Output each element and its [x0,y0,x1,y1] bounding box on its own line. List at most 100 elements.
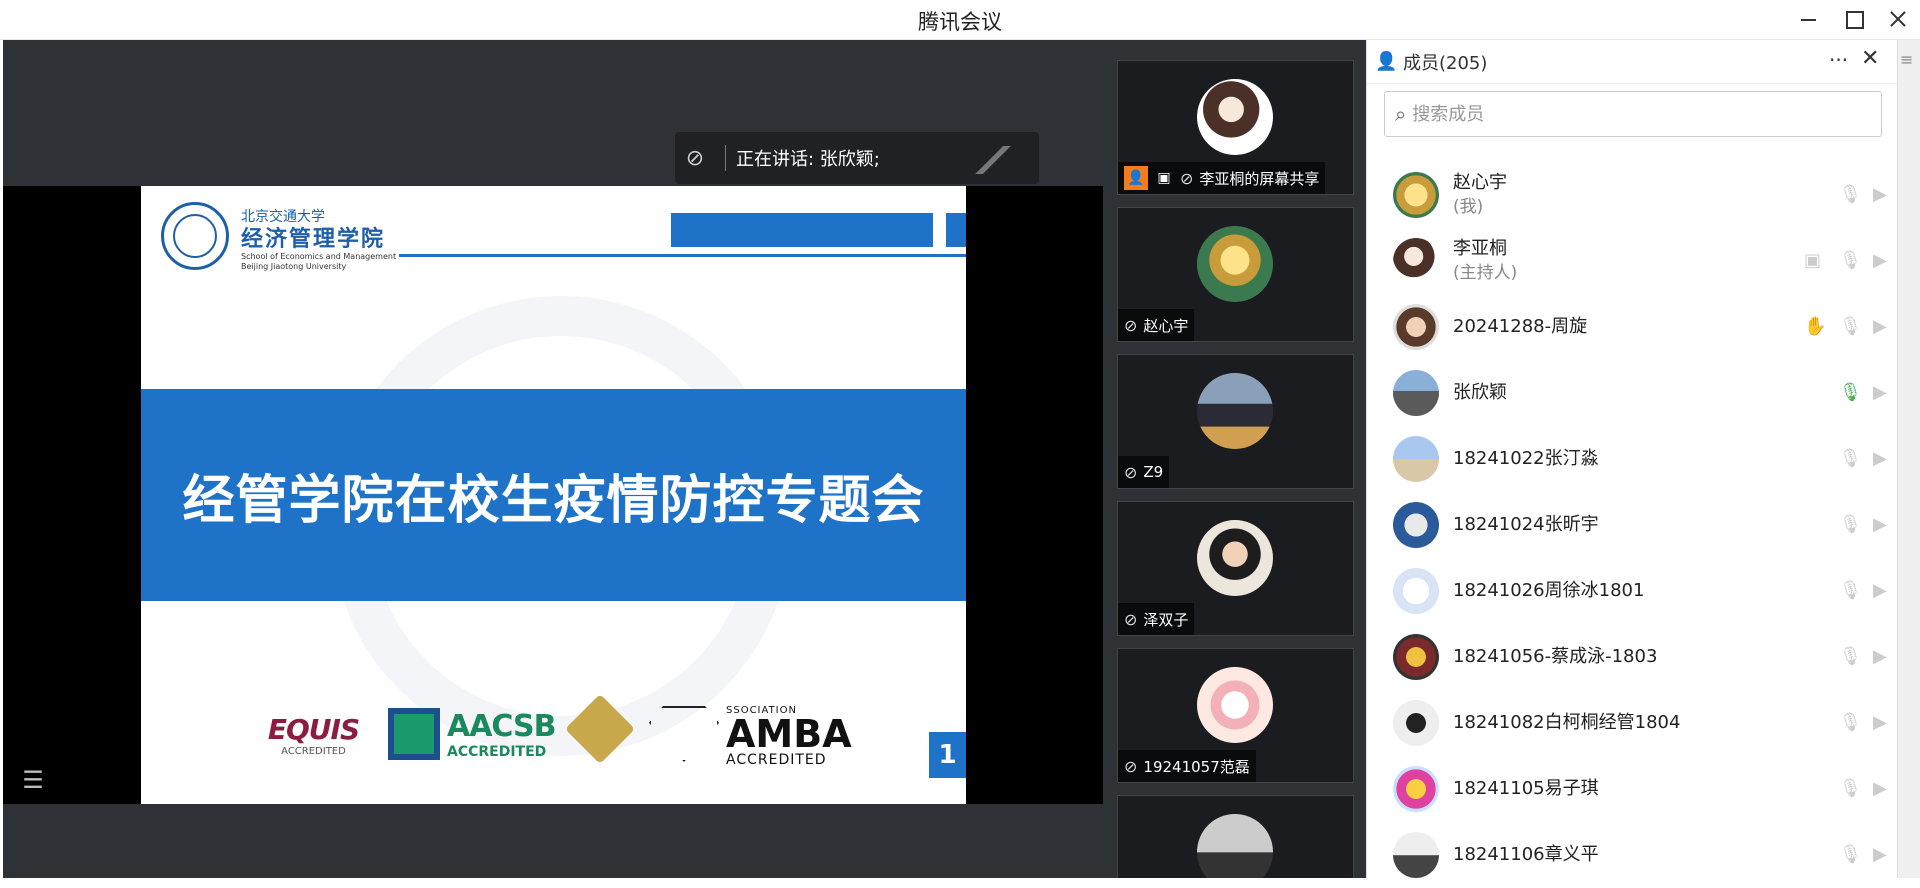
video-tile[interactable]: ⊘ 泽双子 [1117,501,1354,636]
video-gallery[interactable]: 👤 ▣ ⊘ 李亚桐的屏幕共享 ⊘ 赵心宇 ⊘ Z9 ⊘ 泽双子 ⊘ 192410… [1103,40,1366,878]
camera-off-icon[interactable]: ▶ [1873,250,1887,271]
raise-hand-icon: ✋ [1804,316,1827,337]
maximize-button[interactable] [1830,0,1875,40]
list-item[interactable]: 20241288-周旋 ✋ 🎙 ▶ [1367,294,1898,360]
mic-muted-icon[interactable]: 🎙 [1839,250,1862,271]
members-panel: 👤 成员(205) ··· ✕ ⌕ 赵心宇 (我) 🎙 ▶ 李亚桐 (主持人) ▣ … [1366,40,1897,878]
list-item[interactable]: 赵心宇 (我) 🎙 ▶ [1367,162,1898,228]
member-name: 赵心宇 [1453,172,1507,193]
mic-muted-icon[interactable]: 🎙 [1839,448,1862,469]
school-logo: 北京交通大学 经济管理学院 School of Economics and Ma… [241,206,396,272]
list-item[interactable]: 18241026周徐冰1801 🎙 ▶ [1367,558,1898,624]
close-window-button[interactable] [1875,0,1920,40]
member-name: 李亚桐 [1453,238,1507,259]
camera-off-icon[interactable]: ▶ [1873,646,1887,667]
list-item[interactable]: 李亚桐 (主持人) ▣ 🎙 ▶ [1367,228,1898,294]
signal-icon [965,146,1021,174]
camera-off-icon[interactable]: ▶ [1873,712,1887,733]
list-item[interactable]: 18241022张汀淼 🎙 ▶ [1367,426,1898,492]
member-name: 张欣颖 [1453,382,1507,403]
avatar [1393,436,1439,482]
person-icon: 👤 [1124,166,1148,190]
equis-logo: EQUIS ACCREDITED [266,704,361,766]
mic-muted-icon[interactable]: 🎙 [1839,844,1862,865]
list-toggle-icon[interactable]: ☰ [13,760,53,800]
slide-page-number: 1 [929,732,966,778]
mic-muted-icon: ⊘ [1124,609,1138,629]
camera-off-icon[interactable]: ▶ [1873,316,1887,337]
person-icon: 👤 [1375,51,1398,72]
avatar [1393,634,1439,680]
avatar [1197,667,1273,743]
slide-header-bar-small [946,213,966,247]
video-name: 泽双子 [1143,610,1189,629]
amba-text: AMBA [726,711,852,756]
video-name: Z9 [1143,463,1164,481]
member-name: 18241026周徐冰1801 [1453,580,1645,601]
avatar [1197,373,1273,449]
video-name: 李亚桐的屏幕共享 [1199,169,1320,188]
amba-diamond-icon [649,706,719,762]
video-tile[interactable] [1117,795,1354,878]
avatar [1393,502,1439,548]
slide-title: 经管学院在校生疫情防控专题会 [182,471,925,531]
camera-off-icon[interactable]: ▶ [1873,580,1887,601]
list-item[interactable]: 18241056-蔡成泳-1803 🎙 ▶ [1367,624,1898,690]
speaker-text: 正在讲话: 张欣颖; [736,149,880,170]
avatar [1393,304,1439,350]
video-tile[interactable]: 👤 ▣ ⊘ 李亚桐的屏幕共享 [1117,60,1354,195]
more-icon[interactable]: ··· [1829,48,1848,72]
avatar [1393,700,1439,746]
camera-off-icon[interactable]: ▶ [1873,184,1887,205]
menu-icon[interactable]: ≡ [1900,50,1913,69]
search-box[interactable]: ⌕ [1384,91,1882,137]
mic-muted-icon[interactable]: 🎙 [1839,778,1862,799]
minimize-button[interactable] [1785,0,1830,40]
close-icon[interactable]: ✕ [1861,46,1879,71]
aacsb-logo: AACSB ACCREDITED [447,704,556,764]
window-title: 腾讯会议 [918,10,1002,34]
member-list[interactable]: 赵心宇 (我) 🎙 ▶ 李亚桐 (主持人) ▣ 🎙 ▶ 20241288-周旋 ✋ … [1367,162,1898,888]
camera-off-icon[interactable]: ▶ [1873,778,1887,799]
video-tile[interactable]: ⊘ 19241057范磊 [1117,648,1354,783]
avatar [1393,238,1439,284]
side-strip: ≡ [1897,40,1920,878]
member-sub: (主持人) [1453,263,1518,283]
equis-text: EQUIS [267,713,360,746]
mic-muted-icon[interactable]: 🎙 [1839,514,1862,535]
video-tile[interactable]: ⊘ 赵心宇 [1117,207,1354,342]
avatar [1393,370,1439,416]
camera-off-icon[interactable]: ▶ [1873,382,1887,403]
avatar [1393,766,1439,812]
amba-sub: ACCREDITED [726,751,827,768]
list-item[interactable]: 18241024张昕宇 🎙 ▶ [1367,492,1898,558]
screen-share-icon[interactable]: ▣ [1804,250,1821,271]
mic-muted-icon[interactable]: 🎙 [1839,184,1862,205]
mic-on-icon[interactable]: 🎙 [1839,382,1862,403]
mic-muted-icon[interactable]: 🎙 [1839,712,1862,733]
avatar [1393,568,1439,614]
presentation-slide: 北京交通大学 经济管理学院 School of Economics and Ma… [141,186,966,804]
avatar [1197,79,1273,155]
mic-muted-icon: ⊘ [1124,756,1138,776]
member-name: 18241024张昕宇 [1453,514,1599,535]
members-title: 成员(205) [1403,52,1488,74]
list-item[interactable]: 张欣颖 🎙 ▶ [1367,360,1898,426]
list-item[interactable]: 18241106章义平 🎙 ▶ [1367,822,1898,888]
member-sub: (我) [1453,197,1484,217]
mic-muted-icon[interactable]: 🎙 [1839,316,1862,337]
list-item[interactable]: 18241105易子琪 🎙 ▶ [1367,756,1898,822]
shared-screen-area: 北京交通大学 经济管理学院 School of Economics and Ma… [3,40,1103,878]
school-cn-name: 北京交通大学 [241,209,325,225]
university-seal-icon [161,202,229,270]
mic-muted-icon[interactable]: 🎙 [1839,580,1862,601]
video-label: 👤 ▣ ⊘ 李亚桐的屏幕共享 [1118,162,1326,194]
camera-off-icon[interactable]: ▶ [1873,448,1887,469]
slide-header-line [399,254,966,257]
camera-off-icon[interactable]: ▶ [1873,514,1887,535]
video-tile[interactable]: ⊘ Z9 [1117,354,1354,489]
list-item[interactable]: 18241082白柯桐经管1804 🎙 ▶ [1367,690,1898,756]
mic-muted-icon[interactable]: 🎙 [1839,646,1862,667]
search-input[interactable] [1412,103,1853,125]
camera-off-icon[interactable]: ▶ [1873,844,1887,865]
